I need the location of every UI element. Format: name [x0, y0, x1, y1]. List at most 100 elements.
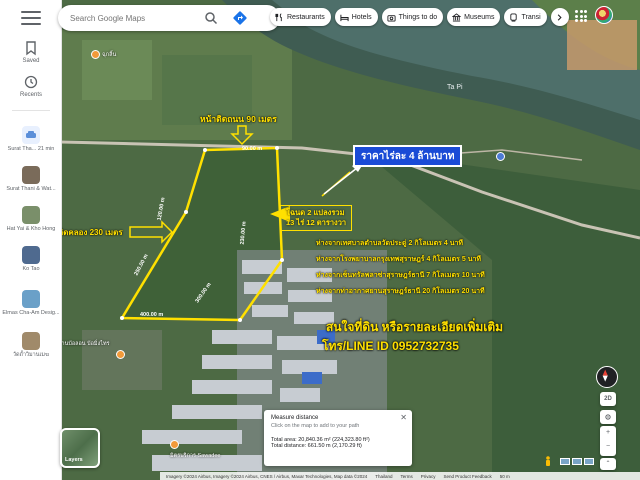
chip-label: Things to do — [398, 13, 438, 21]
pegman-icon[interactable] — [544, 456, 552, 468]
close-icon[interactable]: ✕ — [400, 413, 407, 422]
map-pin[interactable] — [496, 152, 505, 161]
map-pin[interactable] — [116, 350, 125, 359]
river-label: Ta Pi — [447, 84, 463, 91]
recent-item-2[interactable]: Surat Thani & Wat... — [0, 166, 62, 193]
zoom-in-button[interactable]: + — [600, 426, 616, 440]
footer-link[interactable]: Thailand — [375, 474, 392, 479]
layers-label: Layers — [65, 457, 83, 463]
recent-label: วัดถ้ำวิมานเมฆ — [12, 352, 50, 358]
recent-thumb — [22, 246, 40, 264]
zoom-controls: + − — [600, 426, 616, 456]
map-pin[interactable] — [91, 50, 100, 59]
attribution-bar: Imagery ©2024 Airbus, Imagery ©2024 Airb… — [160, 472, 640, 480]
frontage-label: หน้าติดถนน 90 เมตร — [200, 114, 277, 124]
canal-label: ติดคลอง 230 เมตร — [62, 228, 123, 237]
my-location-button[interactable] — [600, 410, 616, 424]
history-icon — [24, 75, 38, 89]
apps-grid-icon[interactable] — [575, 10, 587, 22]
chip-label: Transi — [521, 13, 541, 21]
footer-link[interactable]: Send Product Feedback — [444, 474, 492, 479]
recent-item-5[interactable]: Elmas Cha-Am Desig... — [0, 290, 62, 317]
account-avatar[interactable] — [595, 6, 613, 24]
zoom-out-button[interactable]: − — [600, 440, 616, 454]
poi-label: ฉุกลิ้น — [102, 52, 117, 58]
chip-things-to-do[interactable]: Things to do — [381, 8, 444, 26]
chip-museums[interactable]: Museums — [447, 8, 501, 26]
recent-thumb — [22, 332, 40, 350]
recent-label: Surat Tha... 21 min — [7, 146, 55, 152]
2d-toggle-button[interactable]: 2D — [600, 392, 616, 406]
recent-thumb — [22, 126, 40, 144]
bed-icon — [340, 14, 349, 21]
recent-item-1[interactable]: Surat Tha... 21 min — [0, 126, 62, 153]
compass-needle-icon — [602, 369, 608, 382]
distance-info: ห่างจากเซ็นทรัลพลาซ่าสุราษฎร์ธานี 7 กิโล… — [316, 272, 485, 279]
recent-label: Surat Thani & Wat... — [6, 186, 56, 192]
camera-icon — [387, 14, 396, 22]
recent-thumb — [22, 166, 40, 184]
edge-label: 400.00 m — [140, 312, 164, 318]
deed-line: 13 ไร่ 12 ตารางวา — [286, 218, 347, 227]
left-rail: Saved Recents Surat Tha... 21 min Surat … — [0, 0, 62, 480]
deed-line: โฉนด 2 แปลงรวม — [286, 208, 345, 217]
chips-next-button[interactable] — [550, 8, 569, 26]
imagery-thumb[interactable] — [560, 458, 570, 465]
chip-label: Restaurants — [287, 13, 325, 21]
footer-link[interactable]: Privacy — [421, 474, 436, 479]
measure-subtitle: Click on the map to add to your path — [271, 423, 360, 429]
recent-item-4[interactable]: Ko Tao — [0, 246, 62, 273]
compass-icon[interactable] — [596, 366, 618, 388]
recent-label: Elmas Cha-Am Desig... — [2, 310, 60, 316]
category-chips: Restaurants Hotels Things to do Museums … — [270, 8, 569, 26]
poi-label: บ้านบ้อลอน บ้อมิ่งไทร — [62, 341, 110, 347]
recent-label: Ko Tao — [22, 266, 40, 272]
price-banner: ราคาไร่ละ 4 ล้านบาท — [353, 145, 463, 167]
deed-info: โฉนด 2 แปลงรวม 13 ไร่ 12 ตารางวา — [280, 205, 353, 231]
saved-button[interactable]: Saved — [0, 40, 62, 64]
measure-title: Measure distance — [271, 415, 319, 421]
menu-icon[interactable] — [21, 11, 41, 25]
rail-divider — [12, 110, 50, 111]
fork-knife-icon — [275, 12, 282, 21]
imagery-thumbnails — [560, 458, 594, 465]
contact-line: สนใจที่ดิน หรือรายละเอียดเพิ่มเติม — [326, 320, 504, 334]
imagery-thumb[interactable] — [572, 458, 582, 465]
chip-hotels[interactable]: Hotels — [334, 8, 378, 26]
chevron-right-icon — [557, 13, 562, 21]
search-icon[interactable] — [204, 11, 218, 25]
imagery-credit: Imagery ©2024 Airbus, Imagery ©2024 Airb… — [166, 473, 368, 479]
search-box[interactable] — [58, 5, 280, 31]
chip-label: Hotels — [351, 13, 372, 21]
chip-restaurants[interactable]: Restaurants — [270, 8, 331, 26]
measure-distance: Total distance: 661.50 m (2,170.29 ft) — [271, 443, 362, 449]
recent-thumb — [22, 206, 40, 224]
train-icon — [510, 12, 518, 22]
distance-info: ห่างจากท่าอากาศยานสุราษฎร์ธานี 20 กิโลเม… — [316, 288, 485, 295]
imagery-thumb[interactable] — [584, 458, 594, 465]
chip-transit[interactable]: Transi — [504, 8, 547, 26]
saved-label: Saved — [22, 58, 40, 64]
expand-chevron-icon[interactable]: ⌃ — [600, 458, 616, 470]
recent-item-3[interactable]: Hat Yai & Kho Hong — [0, 206, 62, 233]
chip-label: Museums — [464, 13, 495, 21]
measure-distance-card: ✕ Measure distance Click on the map to a… — [264, 410, 412, 466]
map-scale[interactable]: 50 m — [500, 474, 510, 479]
map-pin[interactable] — [170, 440, 179, 449]
directions-icon[interactable] — [232, 10, 248, 26]
contact-phone: โทร/LINE ID 0952732735 — [322, 339, 459, 353]
location-target-icon — [605, 414, 611, 420]
recent-thumb — [22, 290, 40, 308]
search-input[interactable] — [70, 10, 200, 26]
recents-label: Recents — [19, 92, 42, 98]
layers-button[interactable]: Layers — [60, 428, 100, 468]
recents-button[interactable]: Recents — [0, 74, 62, 98]
poi-label: มิตรบริการ Sawadee — [170, 453, 221, 459]
car-icon — [26, 131, 36, 138]
footer-link[interactable]: Terms — [401, 474, 413, 479]
distance-info: ห่างจากเทศบาลตำบลวัดประดู่ 2 กิโลเมตร 4 … — [316, 240, 464, 247]
bookmark-icon — [26, 41, 36, 56]
recent-item-6[interactable]: วัดถ้ำวิมานเมฆ — [0, 332, 62, 359]
museum-icon — [452, 12, 462, 22]
distance-info: ห่างจากโรงพยาบาลกรุงเทพสุราษฎร์ 4 กิโลเม… — [316, 256, 482, 263]
